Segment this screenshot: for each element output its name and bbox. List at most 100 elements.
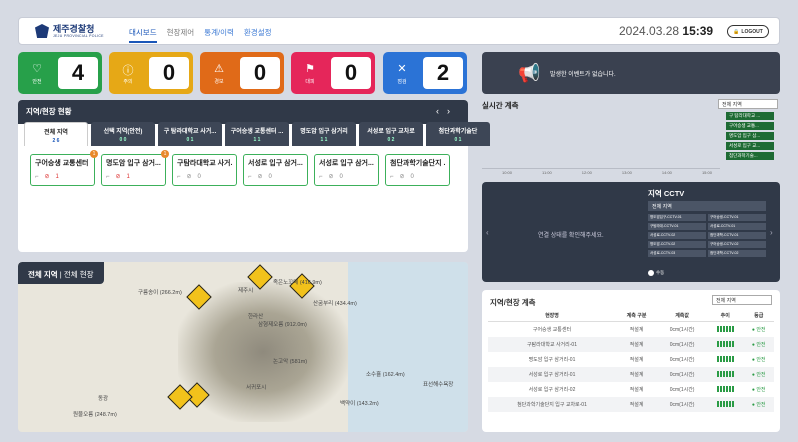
map-region-label: 전체 지역 xyxy=(28,270,58,279)
legend-item[interactable]: 구 탐라대학교 ... xyxy=(726,112,774,120)
col-site-name: 현장명 xyxy=(488,310,616,322)
alert-text: 발생한 이벤트가 없습니다. xyxy=(550,72,616,78)
cctv-item[interactable]: 첨단과학-CCTV-02 xyxy=(708,250,766,257)
datetime: 2024.03.28 15:39 xyxy=(619,24,713,38)
cctv-region-select[interactable]: 전체 지역 xyxy=(648,201,766,211)
status-card-inspect[interactable]: ✕ 점검 2 xyxy=(383,52,467,94)
table-row[interactable]: 첨단과학기술단지 입구 교차로-01 적설계 0cm(1시간) ● 안전 xyxy=(488,397,774,412)
tab-label: 구 탐라대학교 사거... xyxy=(163,129,217,135)
status-card-warning[interactable]: ⚠ 경보 0 xyxy=(200,52,284,94)
site-name: 서성로 입구 삼거... xyxy=(319,160,374,167)
heart-icon: ♡ xyxy=(32,63,42,75)
site-name: 서성로 입구 삼거... xyxy=(248,160,303,167)
status-card-evacuate[interactable]: ⚑ 대피 0 xyxy=(291,52,375,94)
top-bar: 제주경찰청 JEJU PROVINCIAL POLICE 대시보드 현장제어 통… xyxy=(18,17,780,45)
logout-button[interactable]: 🔒 LOGOUT xyxy=(727,25,769,38)
chevron-left-icon[interactable]: ‹ xyxy=(436,106,447,116)
col-grade: 등급 xyxy=(743,310,774,322)
table-row[interactable]: 구어승생 교통센터 적설계 0cm(1시간) ● 안전 xyxy=(488,322,774,338)
measure-region-select[interactable]: 전체 지역 xyxy=(712,295,772,305)
realtime-measure-panel: 실시간 계측 전체 지역 10:00 11:00 12:00 13:00 14:00 15… xyxy=(482,99,780,176)
cctv-item[interactable]: 서성로-CCTV-03 xyxy=(648,250,706,257)
tab-region[interactable]: 구어승생 교통센터 ... 1 1 xyxy=(225,122,289,146)
nav-site-control[interactable]: 현장제어 xyxy=(167,27,195,43)
logo[interactable]: 제주경찰청 JEJU PROVINCIAL POLICE xyxy=(35,24,104,38)
map-place-label: 족은노꼬메 (416.9m) xyxy=(273,280,322,286)
status-label: 점검 xyxy=(397,79,407,85)
status-value: 4 xyxy=(58,57,98,89)
table-row[interactable]: 명도암 입구 삼거리-01 적설계 0cm(1시간) ● 안전 xyxy=(488,352,774,367)
status-card-safe[interactable]: ♡ 안전 4 xyxy=(18,52,102,94)
map-filter-label[interactable]: 전체 지역 | 전체 현장 xyxy=(18,262,104,284)
chevron-right-icon[interactable]: › xyxy=(447,106,458,116)
nav-settings[interactable]: 환경설정 xyxy=(244,27,272,43)
tab-all-regions[interactable]: 전체 지역 2 6 xyxy=(24,122,88,146)
tab-region[interactable]: 서성로 입구 교차로 0 2 xyxy=(359,122,423,146)
site-card[interactable]: 첨단과학기술단지 ... ⌐ ⊘ 0 xyxy=(385,154,450,186)
cctv-panel: 지역 CCTV 전체 지역 연결 상태를 확인해주세요. ‹ › 명도암입구-C… xyxy=(482,182,780,282)
table-row[interactable]: 서성로 입구 삼거리-01 적설계 0cm(1시간) ● 안전 xyxy=(488,367,774,382)
cctv-item[interactable]: 구어승생-CCTV-02 xyxy=(708,241,766,248)
region-select[interactable]: 전체 지역 xyxy=(718,99,778,109)
cctv-item[interactable]: 서성로-CCTV-01 xyxy=(708,223,766,230)
alert-badge: 1 xyxy=(90,150,98,158)
time-tick: 13:00 xyxy=(621,170,632,175)
cctv-item[interactable]: 구탐라대-CCTV-01 xyxy=(648,223,706,230)
logo-title: 제주경찰청 xyxy=(53,23,95,34)
status-label: 안전 xyxy=(32,79,42,85)
fault-count: 0 xyxy=(268,173,272,180)
fault-count: 0 xyxy=(339,173,343,180)
tab-region[interactable]: 명도암 입구 삼거리 1 1 xyxy=(292,122,356,146)
status-card-caution[interactable]: ⓘ 주의 0 xyxy=(109,52,193,94)
tab-region[interactable]: 구 탐라대학교 사거... 0 1 xyxy=(158,122,222,146)
value: 0cm(1시간) xyxy=(657,367,708,382)
run-icon: ⚑ xyxy=(305,63,315,75)
site-card[interactable]: 서성로 입구 삼거... ⌐ ⊘ 0 xyxy=(243,154,308,186)
value: 0cm(1시간) xyxy=(657,337,708,352)
site-card[interactable]: 서성로 입구 삼거... ⌐ ⊘ 0 xyxy=(314,154,379,186)
grade-text: 안전 xyxy=(756,327,766,333)
table-row[interactable]: 구탐라대학교 사거리-01 적설계 0cm(1시간) ● 안전 xyxy=(488,337,774,352)
cctv-item[interactable]: 명도암-CCTV-02 xyxy=(648,241,706,248)
tab-count: 0 2 xyxy=(387,137,395,143)
cctv-item[interactable]: 구어승생-CCTV-01 xyxy=(708,214,766,221)
chart-axis xyxy=(482,168,720,169)
fault-icon: ⊘ xyxy=(328,174,334,180)
chevron-left-icon[interactable]: ‹ xyxy=(486,228,489,237)
cctv-item[interactable]: 첨단과학-CCTV-01 xyxy=(708,232,766,239)
legend-item[interactable]: 첨단과학기술... xyxy=(726,152,774,160)
status-value: 0 xyxy=(240,57,280,89)
tab-region[interactable]: 첨단과학기술단 0 1 xyxy=(426,122,490,146)
legend-item[interactable]: 서성로 입구 교... xyxy=(726,142,774,150)
fault-icon: ⊘ xyxy=(399,174,405,180)
site-card[interactable]: 구탐라대학교 사거... ⌐ ⊘ 0 xyxy=(172,154,237,186)
main-nav: 대시보드 현장제어 통계/이력 환경설정 xyxy=(129,27,272,43)
type: 적설계 xyxy=(615,367,658,382)
site-name: 구어승생 교통센터 xyxy=(532,327,572,333)
nav-dashboard[interactable]: 대시보드 xyxy=(129,27,157,43)
trend-bars xyxy=(707,397,744,412)
auto-toggle[interactable]: 수동 xyxy=(648,270,664,276)
grade-text: 안전 xyxy=(756,387,766,393)
panel-header: 지역/현장 현황 xyxy=(18,100,468,124)
logout-label: LOGOUT xyxy=(741,28,763,35)
site-card[interactable]: 1 구어승생 교통센터 ⌐ ⊘ 1 xyxy=(30,150,98,186)
table-row[interactable]: 서성로 입구 삼거리-02 적설계 0cm(1시간) ● 안전 xyxy=(488,382,774,397)
map-panel[interactable]: 전체 지역 | 전체 현장 구름송이 (266.2m) 제주시 족은노꼬메 (4… xyxy=(18,262,468,432)
col-value: 계측값 xyxy=(657,310,708,322)
site-card[interactable]: 1 명도암 입구 삼거... ⌐ ⊘ 1 xyxy=(101,150,169,186)
nav-stats-history[interactable]: 통계/이력 xyxy=(204,27,234,43)
chevron-right-icon[interactable]: › xyxy=(770,228,773,237)
time-text: 15:39 xyxy=(682,24,714,38)
map-place-label: 서귀포시 xyxy=(246,385,267,391)
legend-item[interactable]: 구어승생 교통... xyxy=(726,122,774,130)
cctv-list: 명도암입구-CCTV-01 구어승생-CCTV-01 구탐라대-CCTV-01 … xyxy=(648,214,766,257)
tab-region[interactable]: 선택 지역(안전) 0 0 xyxy=(91,122,155,146)
legend-item[interactable]: 명도암 입구 삼... xyxy=(726,132,774,140)
cctv-item[interactable]: 명도암입구-CCTV-01 xyxy=(648,214,706,221)
tab-count: 0 1 xyxy=(186,137,194,143)
grade: ● 안전 xyxy=(751,327,766,333)
type: 적설계 xyxy=(629,327,644,333)
cctv-item[interactable]: 서성로-CCTV-02 xyxy=(648,232,706,239)
map-place-label: 제주시 xyxy=(238,288,254,294)
